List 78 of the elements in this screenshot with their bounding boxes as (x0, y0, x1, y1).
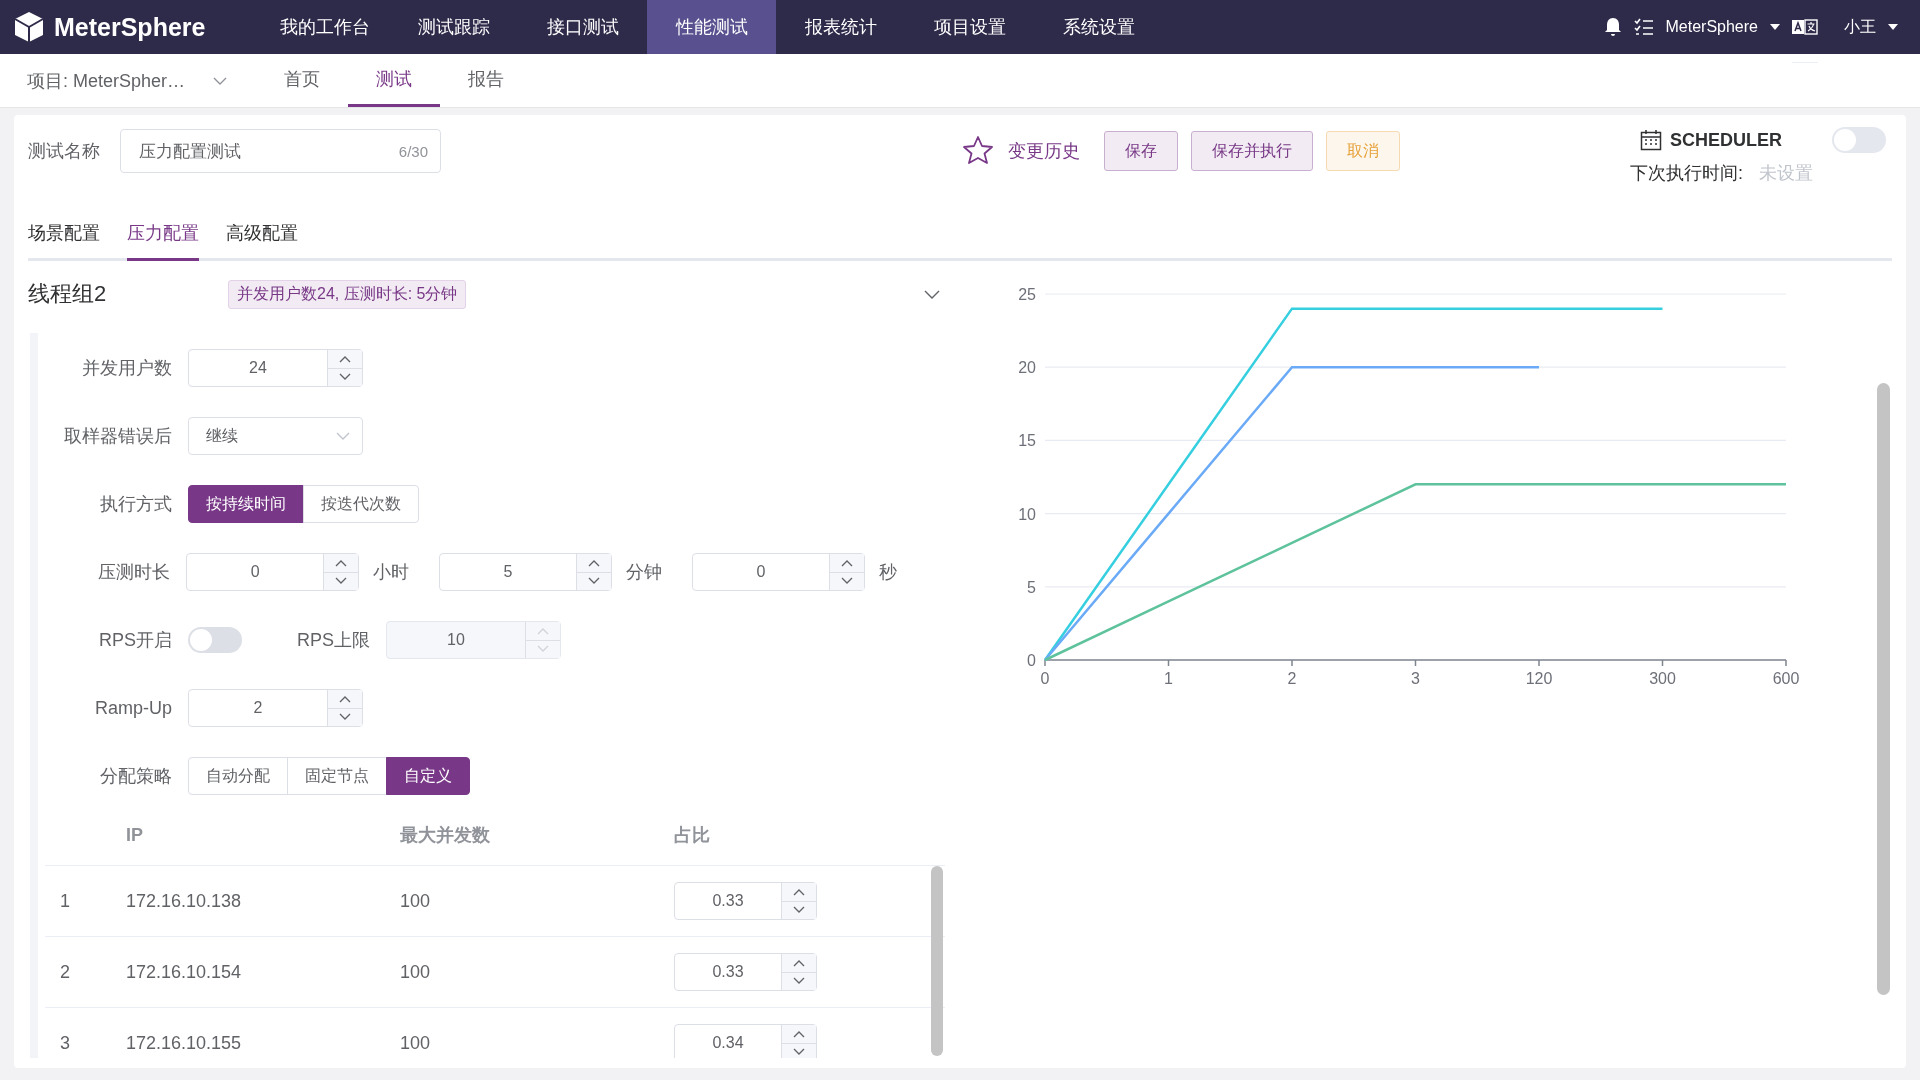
character-count: 6/30 (398, 142, 428, 160)
column-header: 占比 (674, 824, 711, 847)
number-input[interactable]: 2 (188, 689, 363, 727)
sub-nav-tab[interactable]: 首页 (256, 54, 348, 107)
logo-text: MeterSphere (54, 12, 206, 42)
scheduler-title: SCHEDULER (1670, 129, 1782, 151)
unit-label: 分钟 (624, 561, 663, 584)
summary-tag: 并发用户数24, 压测时长: 5分钟 (228, 279, 467, 309)
number-input[interactable]: 24 (188, 349, 363, 387)
strategy-option[interactable]: 自定义 (386, 757, 470, 795)
x-axis-label: 0 (1040, 670, 1050, 687)
nav-menu-item[interactable]: 我的工作台 (260, 0, 389, 54)
config-tab[interactable]: 压力配置 (127, 211, 199, 261)
column-header: 最大并发数 (400, 824, 491, 847)
test-name-input[interactable]: 压力配置测试 6/30 (120, 129, 441, 173)
row-index: 2 (59, 961, 71, 983)
number-input[interactable]: 5 (439, 553, 612, 591)
next-run-label: 下次执行时间: (1630, 162, 1743, 185)
execution-mode-option[interactable]: 按迭代次数 (303, 485, 419, 523)
sub-nav-tab[interactable]: 测试 (348, 54, 440, 107)
number-input[interactable]: 0.33 (674, 953, 817, 991)
execution-mode-option[interactable]: 按持续时间 (188, 485, 304, 523)
x-axis-label: 120 (1525, 670, 1553, 687)
y-axis-label: 15 (1018, 432, 1036, 450)
field-label: 取样器错误后 (63, 425, 172, 448)
row-index: 3 (59, 1032, 71, 1054)
header-button[interactable]: 保存 (1104, 131, 1178, 171)
config-tab[interactable]: 场景配置 (28, 211, 100, 261)
next-run-value: 未设置 (1759, 162, 1813, 185)
project-selector[interactable]: 项目: MeterSpher… (0, 54, 229, 107)
error-action-select[interactable]: 继续 (188, 417, 363, 455)
field-label: 执行方式 (99, 493, 172, 516)
x-axis-label: 300 (1649, 670, 1676, 687)
field-label: 并发用户数 (81, 357, 172, 380)
thread-group-title: 线程组2 (28, 280, 108, 308)
x-axis-label: 2 (1287, 670, 1297, 687)
header-button[interactable]: 保存并执行 (1191, 131, 1313, 171)
nav-menu-item[interactable]: 系统设置 (1034, 0, 1163, 54)
unit-label: 小时 (372, 561, 411, 584)
number-input[interactable]: 0.34 (674, 1024, 817, 1058)
max-concurrency-cell-text: 100 (400, 961, 432, 983)
field-label: 测试名称 (28, 140, 101, 163)
nav-menu-item[interactable]: 性能测试 (647, 0, 776, 54)
ip-cell-text: 172.16.10.154 (126, 961, 243, 983)
y-axis-label: 25 (1018, 286, 1036, 303)
sub-nav-tab[interactable]: 报告 (440, 54, 532, 107)
column-header: IP (126, 824, 144, 846)
ip-cell-text: 172.16.10.138 (126, 890, 243, 912)
x-axis-label: 600 (1772, 670, 1800, 687)
ip-cell-text: 172.16.10.155 (126, 1032, 243, 1054)
field-label: Ramp-Up (93, 697, 172, 719)
field-label: 压测时长 (97, 561, 171, 584)
number-input[interactable]: 0.33 (674, 882, 817, 920)
config-tab[interactable]: 高级配置 (226, 211, 298, 261)
workspace-selector[interactable]: MeterSphere (1665, 18, 1758, 36)
nav-menu-item[interactable]: 测试跟踪 (389, 0, 518, 54)
y-axis-label: 0 (1027, 652, 1036, 669)
x-axis-label: 3 (1411, 670, 1420, 687)
field-label: RPS开启 (98, 629, 172, 652)
y-axis-label: 20 (1018, 359, 1036, 377)
strategy-option[interactable]: 固定节点 (287, 757, 387, 795)
row-index: 1 (59, 890, 71, 912)
number-input[interactable]: 0 (692, 553, 865, 591)
nav-menu-item[interactable]: 接口测试 (518, 0, 647, 54)
field-label: RPS上限 (297, 629, 370, 652)
y-axis-label: 5 (1027, 578, 1036, 596)
strategy-option[interactable]: 自动分配 (188, 757, 288, 795)
user-menu[interactable]: 小王 (1844, 16, 1876, 38)
number-input[interactable]: 0 (186, 553, 360, 591)
unit-label: 秒 (877, 561, 898, 584)
nav-menu-item[interactable]: 项目设置 (905, 0, 1034, 54)
nav-menu-item[interactable]: 报表统计 (776, 0, 905, 54)
y-axis-label: 10 (1018, 505, 1036, 523)
max-concurrency-cell-text: 100 (400, 890, 432, 912)
field-label: 分配策略 (99, 765, 172, 788)
x-axis-label: 1 (1164, 670, 1173, 687)
max-concurrency-cell-text: 100 (400, 1032, 432, 1054)
change-history-link[interactable]: 变更历史 (1008, 129, 1080, 173)
